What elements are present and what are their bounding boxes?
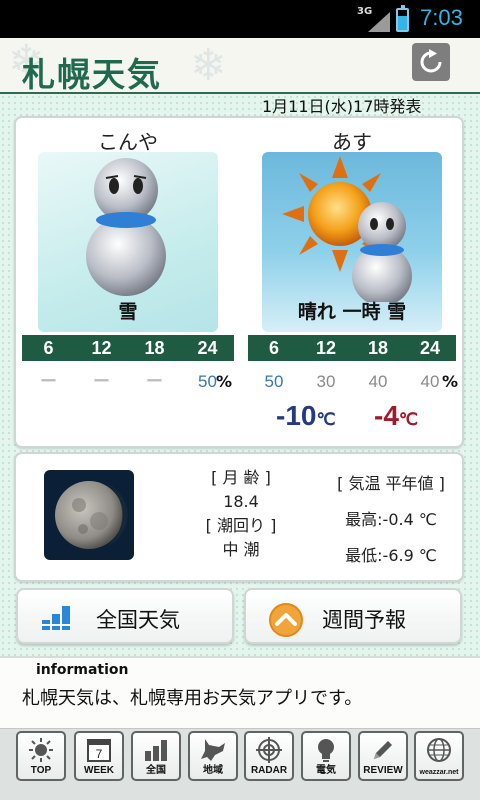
national-weather-label: 全国天気 xyxy=(96,608,180,632)
refresh-button[interactable] xyxy=(412,43,450,81)
moon-card: [ 月 齢 ] 18.4 [ 潮回り ] 中 潮 [ 気温 平年値 ] 最高:-… xyxy=(14,452,464,582)
min-temperature: -10℃ xyxy=(276,400,336,432)
nav-label: REVIEW xyxy=(363,765,403,776)
precip-value: 30 xyxy=(316,372,336,391)
normal-high: 最高:-0.4 ℃ xyxy=(345,510,437,529)
nav-week-button[interactable]: 7 WEEK xyxy=(74,731,124,781)
hour-label: 24 xyxy=(419,338,441,358)
information-title: information xyxy=(36,662,129,678)
bars-icon xyxy=(145,740,167,761)
nav-region-button[interactable]: 地域 xyxy=(188,731,238,781)
tomorrow-label: あす xyxy=(332,130,372,154)
moon-info: [ 月 齢 ] 18.4 [ 潮回り ] 中 潮 xyxy=(164,466,318,562)
hour-label: 12 xyxy=(91,338,112,358)
chevron-up-icon xyxy=(269,603,303,637)
min-temp-value: -10 xyxy=(276,400,317,431)
precip-value: 40 xyxy=(368,372,388,391)
moon-age-label: [ 月 齢 ] xyxy=(211,468,271,487)
moon-icon xyxy=(55,481,128,549)
tide-label: [ 潮回り ] xyxy=(205,516,277,535)
max-temp-value: -4 xyxy=(374,400,399,431)
weekly-forecast-label: 週間予報 xyxy=(322,608,406,632)
tomorrow-precip-row: 50 30 40 40 xyxy=(248,370,456,394)
bars-icon xyxy=(42,606,70,630)
signal-icon xyxy=(368,12,390,32)
temp-unit: ℃ xyxy=(398,410,418,429)
today-label: こんや xyxy=(98,130,158,154)
precip-value: 50 xyxy=(264,372,284,391)
nav-label: WEEK xyxy=(84,765,114,776)
calendar-icon: 7 xyxy=(87,739,111,762)
normal-temp-info: [ 気温 平年値 ] 最高:-0.4 ℃ 最低:-6.9 ℃ xyxy=(318,466,464,574)
moon-age: 18.4 xyxy=(223,492,259,511)
status-bar: 3G 7:03 xyxy=(0,0,480,38)
radar-icon xyxy=(256,737,282,763)
sun-snowman-icon xyxy=(282,156,412,306)
hokkaido-icon xyxy=(201,739,225,761)
normal-low: 最低:-6.9 ℃ xyxy=(345,546,437,565)
globe-icon xyxy=(427,738,451,762)
normal-temp-label: [ 気温 平年値 ] xyxy=(337,474,445,493)
hour-label: 6 xyxy=(43,338,54,358)
today-weather-text: 雪 xyxy=(118,301,138,323)
temp-unit: ℃ xyxy=(316,410,336,429)
battery-icon xyxy=(396,5,409,32)
nav-label: TOP xyxy=(30,765,52,776)
hour-label: 24 xyxy=(197,338,218,358)
information-text: 札幌天気は、札幌専用お天気アプリです。 xyxy=(22,688,363,709)
calendar-day: 7 xyxy=(96,747,103,761)
nav-label: 全国 xyxy=(146,765,166,776)
pencil-icon xyxy=(374,741,392,759)
snowman-icon xyxy=(86,158,166,296)
snowflake-icon: ❄ xyxy=(190,40,227,91)
nav-electricity-button[interactable]: 電気 xyxy=(301,731,351,781)
clock: 7:03 xyxy=(420,5,463,30)
nav-label: RADAR xyxy=(250,765,288,776)
nav-top-button[interactable]: TOP xyxy=(16,731,66,781)
precip-value: ー xyxy=(93,372,110,391)
nav-website-button[interactable]: weazzar.net xyxy=(414,731,464,781)
nav-review-button[interactable]: REVIEW xyxy=(358,731,408,781)
issued-time: 1月11日(水)17時発表 xyxy=(262,97,422,116)
app-header: ❄ ❄ 札幌天気 xyxy=(0,38,480,94)
information-panel: information 札幌天気は、札幌専用お天気アプリです。 xyxy=(0,656,480,728)
nav-radar-button[interactable]: RADAR xyxy=(244,731,294,781)
nav-label: 電気 xyxy=(316,765,336,776)
nav-label: 地域 xyxy=(203,765,223,776)
hour-label: 12 xyxy=(315,338,337,358)
hour-label: 18 xyxy=(144,338,165,358)
today-precip-row: ー ー ー 50 xyxy=(22,370,234,394)
tomorrow-weather-text: 晴れ 一時 雪 xyxy=(297,301,407,323)
today-weather-image: 雪 xyxy=(38,152,218,332)
precip-value: ー xyxy=(146,372,163,391)
app-title: 札幌天気 xyxy=(22,55,162,94)
sun-icon xyxy=(29,738,53,762)
hour-label: 18 xyxy=(367,338,389,358)
national-weather-button[interactable]: 全国天気 xyxy=(16,588,234,644)
tomorrow-hour-bar: 6 12 18 24 xyxy=(248,335,456,361)
precip-unit: % xyxy=(216,372,233,391)
precip-value: ー xyxy=(40,372,57,391)
tide-value: 中 潮 xyxy=(222,540,260,559)
bottom-nav: TOP 7 WEEK 全国 地域 RADAR 電気 REVIEW weazzar… xyxy=(0,728,480,800)
weekly-forecast-button[interactable]: 週間予報 xyxy=(244,588,462,644)
hour-label: 6 xyxy=(268,338,279,358)
nav-label: weazzar.net xyxy=(419,769,459,776)
tomorrow-weather-image: 晴れ 一時 雪 xyxy=(262,152,442,332)
precip-unit: % xyxy=(442,372,459,391)
max-temperature: -4℃ xyxy=(374,400,418,432)
bulb-icon xyxy=(318,739,334,762)
nav-national-button[interactable]: 全国 xyxy=(131,731,181,781)
moon-image xyxy=(44,470,134,560)
forecast-card: こんや あす 雪 晴れ 一時 雪 6 12 18 24 6 12 18 24 ー… xyxy=(14,116,464,448)
refresh-icon xyxy=(420,49,442,73)
today-hour-bar: 6 12 18 24 xyxy=(22,335,234,361)
